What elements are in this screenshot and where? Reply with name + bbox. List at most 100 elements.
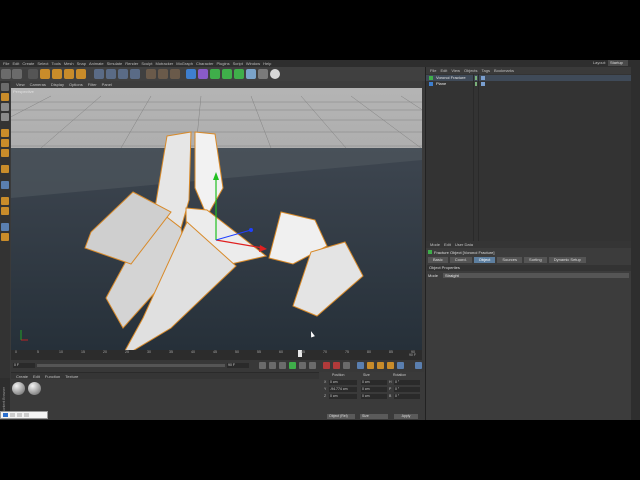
material-preview[interactable] xyxy=(12,382,25,395)
attribute-side-tabs[interactable] xyxy=(631,241,640,420)
scale-icon[interactable] xyxy=(52,69,62,79)
position-field[interactable]: -94.774 cm xyxy=(329,387,357,392)
edges-mode-icon[interactable] xyxy=(1,139,9,147)
workplane-icon[interactable] xyxy=(1,113,9,121)
locked-workplane-icon[interactable] xyxy=(1,207,9,215)
sculpt-icon[interactable] xyxy=(1,233,9,241)
minimized-window[interactable] xyxy=(0,411,48,419)
viewport-menu-view[interactable]: View xyxy=(16,82,25,87)
tab-sorting[interactable]: Sorting xyxy=(524,257,547,263)
undo-icon[interactable] xyxy=(1,69,11,79)
keyframe-selection-icon[interactable] xyxy=(343,362,350,369)
menu-item-snap[interactable]: Snap xyxy=(77,61,86,66)
rotation-field[interactable]: 0 ° xyxy=(394,394,420,399)
material-menu-create[interactable]: Create xyxy=(16,374,28,379)
menu-item-help[interactable]: Help xyxy=(263,61,271,66)
tweak-mode-icon[interactable] xyxy=(1,181,9,189)
menu-item-mesh[interactable]: Mesh xyxy=(64,61,74,66)
next-frame-icon[interactable] xyxy=(299,362,306,369)
recent-tools-icon[interactable] xyxy=(76,69,86,79)
size-field[interactable]: 0 cm xyxy=(361,394,387,399)
tab-sources[interactable]: Sources xyxy=(497,257,523,263)
pen-icon[interactable] xyxy=(198,69,208,79)
render-view-icon[interactable] xyxy=(146,69,156,79)
menu-item-tools[interactable]: Tools xyxy=(52,61,61,66)
window-close-icon[interactable] xyxy=(24,413,29,417)
menu-item-select[interactable]: Select xyxy=(37,61,48,66)
manager-side-tabs[interactable] xyxy=(631,67,640,241)
y-axis-lock-icon[interactable] xyxy=(106,69,116,79)
camera-icon[interactable] xyxy=(258,69,268,79)
goto-end-icon[interactable] xyxy=(309,362,316,369)
timeline-menu-icon[interactable] xyxy=(415,362,422,369)
viewport-menu-panel[interactable]: Panel xyxy=(102,82,112,87)
subdivision-icon[interactable] xyxy=(210,69,220,79)
material-menu-edit[interactable]: Edit xyxy=(33,374,40,379)
texture-mode-icon[interactable] xyxy=(1,103,9,111)
object-tag-icon[interactable] xyxy=(481,82,485,86)
tab-dynamic-setup[interactable]: Dynamic Setup xyxy=(548,257,586,263)
window-minimize-icon[interactable] xyxy=(10,413,15,417)
menu-item-edit[interactable]: Edit xyxy=(12,61,19,66)
menu-item-mograph[interactable]: MoGraph xyxy=(176,61,193,66)
content-browser-tab[interactable]: Content Browser xyxy=(0,378,10,414)
make-editable-icon[interactable] xyxy=(1,83,9,91)
autokey-icon[interactable] xyxy=(333,362,340,369)
snapping-icon[interactable] xyxy=(1,197,9,205)
menu-item-script[interactable]: Script xyxy=(233,61,243,66)
tab-object[interactable]: Object xyxy=(473,257,496,263)
material-menu-function[interactable]: Function xyxy=(45,374,60,379)
deformer-icon[interactable] xyxy=(234,69,244,79)
tab-basic[interactable]: Basic xyxy=(428,257,448,263)
rotation-field[interactable]: 0 ° xyxy=(394,387,420,392)
object-menu-file[interactable]: File xyxy=(430,68,436,73)
coord-mode-dropdown[interactable]: Object (Rel) xyxy=(327,414,355,419)
key-parameter-icon[interactable] xyxy=(387,362,394,369)
model-mode-icon[interactable] xyxy=(1,93,9,101)
cube-icon[interactable] xyxy=(186,69,196,79)
attribute-menu-mode[interactable]: Mode xyxy=(430,242,440,247)
redo-icon[interactable] xyxy=(12,69,22,79)
menu-item-sculpt[interactable]: Sculpt xyxy=(141,61,152,66)
live-selection-icon[interactable] xyxy=(28,69,38,79)
menu-item-create[interactable]: Create xyxy=(22,61,34,66)
object-row[interactable]: Plane xyxy=(426,81,640,87)
apply-button[interactable]: Apply xyxy=(394,414,418,419)
object-menu-view[interactable]: View xyxy=(451,68,460,73)
key-position-icon[interactable] xyxy=(357,362,364,369)
z-axis-lock-icon[interactable] xyxy=(118,69,128,79)
goto-start-icon[interactable] xyxy=(259,362,266,369)
perspective-viewport[interactable]: Perspective xyxy=(11,88,422,350)
render-picture-viewer-icon[interactable] xyxy=(158,69,168,79)
object-tag-icon[interactable] xyxy=(481,76,485,80)
menu-item-plugins[interactable]: Plugins xyxy=(217,61,230,66)
menu-item-character[interactable]: Character xyxy=(196,61,214,66)
menu-item-render[interactable]: Render xyxy=(125,61,138,66)
visibility-dots-icon[interactable] xyxy=(475,76,477,80)
size-field[interactable]: 0 cm xyxy=(361,380,387,385)
viewport-menu-filter[interactable]: Filter xyxy=(88,82,97,87)
rotation-field[interactable]: 0 ° xyxy=(394,380,420,385)
layout-dropdown[interactable]: Startup xyxy=(608,60,628,66)
viewport-menu-cameras[interactable]: Cameras xyxy=(30,82,46,87)
position-field[interactable]: 0 cm xyxy=(329,380,357,385)
object-menu-bookmarks[interactable]: Bookmarks xyxy=(494,68,514,73)
menu-item-window[interactable]: Window xyxy=(246,61,260,66)
key-pla-icon[interactable] xyxy=(397,362,404,369)
menu-item-animate[interactable]: Animate xyxy=(89,61,104,66)
prev-frame-icon[interactable] xyxy=(279,362,286,369)
solo-icon[interactable] xyxy=(1,223,9,231)
key-scale-icon[interactable] xyxy=(367,362,374,369)
tab-coord-[interactable]: Coord. xyxy=(449,257,472,263)
attribute-menu-edit[interactable]: Edit xyxy=(444,242,451,247)
visibility-dots-icon[interactable] xyxy=(475,82,477,86)
object-menu-tags[interactable]: Tags xyxy=(482,68,490,73)
coordinate-system-icon[interactable] xyxy=(130,69,140,79)
viewport-menu-display[interactable]: Display xyxy=(51,82,64,87)
material-preview[interactable] xyxy=(28,382,41,395)
menu-item-motracker[interactable]: Motracker xyxy=(155,61,173,66)
object-menu-objects[interactable]: Objects xyxy=(464,68,478,73)
menu-item-simulate[interactable]: Simulate xyxy=(107,61,123,66)
cloner-icon[interactable] xyxy=(222,69,232,79)
start-frame-field[interactable]: 0 F xyxy=(13,363,35,368)
